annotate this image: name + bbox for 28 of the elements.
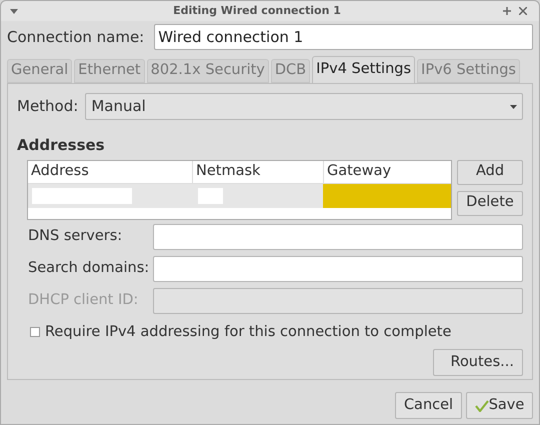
column-header[interactable]: Gateway — [323, 160, 451, 182]
maximize-icon[interactable] — [503, 7, 511, 15]
field-label: Search domains: — [28, 258, 150, 278]
section-title: Addresses — [17, 135, 106, 156]
checkbox[interactable] — [30, 327, 40, 338]
window-title: Editing Wired connection 1 — [172, 2, 342, 19]
name-field[interactable]: Wired connection 1 — [154, 24, 533, 50]
field-label: DHCP client ID: — [28, 290, 140, 310]
table-action-button[interactable]: Add — [457, 160, 523, 184]
checkbox-label: Require IPv4 addressing for this connection to complete — [45, 322, 452, 342]
cancel-button[interactable]: Cancel — [395, 392, 462, 419]
routes-button[interactable]: Routes... — [433, 349, 523, 376]
column-header[interactable]: Address — [28, 160, 192, 182]
close-icon[interactable] — [519, 7, 527, 15]
tab[interactable]: IPv4 Settings — [312, 56, 416, 83]
input-field[interactable] — [153, 256, 523, 282]
checkmark-icon — [474, 400, 489, 412]
field-label: Connection name: — [7, 26, 144, 48]
input-field[interactable] — [153, 224, 523, 250]
column-header[interactable]: Netmask — [192, 160, 323, 182]
editing-cell[interactable] — [323, 184, 451, 208]
field-label: DNS servers: — [28, 226, 124, 246]
field-label: Method: — [17, 96, 78, 118]
dropdown-arrow-icon — [510, 104, 517, 108]
menu-icon[interactable] — [9, 8, 19, 14]
save-button[interactable]: Save — [466, 392, 533, 419]
method-dropdown[interactable]: Manual — [85, 93, 523, 120]
table-action-button[interactable]: Delete — [457, 190, 523, 216]
